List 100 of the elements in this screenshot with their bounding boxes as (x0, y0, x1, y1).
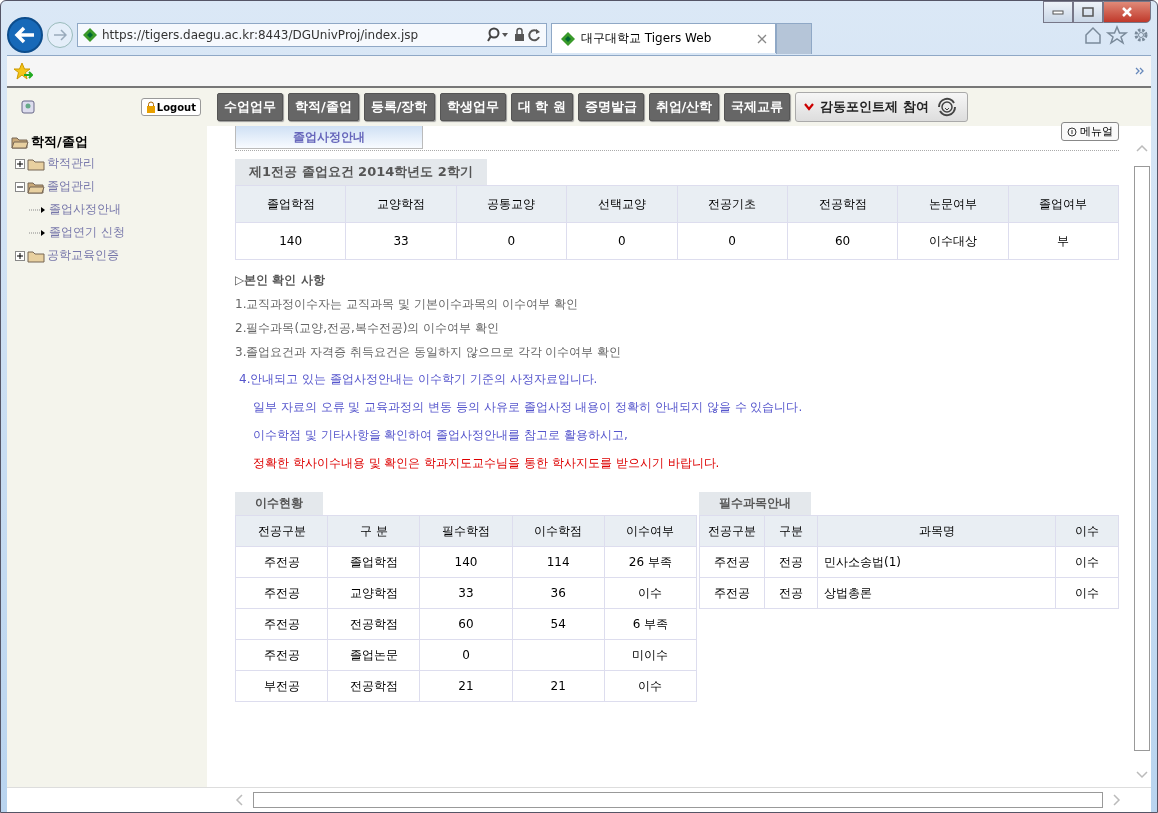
close-button[interactable] (1103, 1, 1151, 23)
browser-tab[interactable]: 대구대학교 Tigers Web (551, 23, 776, 53)
collapse-icon[interactable] (15, 181, 25, 192)
table-cell: 교양학점 (327, 577, 420, 609)
table-cell: 주전공 (699, 577, 765, 609)
notice-line: 일부 자료의 오류 및 교육과정의 변동 등의 사유로 졸업사정 내용이 정확히 안내되지 않을 수 있습니다. (252, 399, 804, 416)
table-caption: 필수과목안내 (699, 492, 811, 515)
table-cell: 이수 (604, 670, 697, 702)
tree-item[interactable]: 졸업연기 신청 (11, 221, 203, 244)
diamond-icon (82, 27, 98, 43)
table-cell: 140 (235, 222, 346, 260)
back-button[interactable] (7, 17, 43, 53)
scroll-thumb[interactable] (1134, 166, 1150, 751)
maximize-button[interactable] (1073, 1, 1103, 23)
page-tab[interactable]: 졸업사정안내 (235, 126, 423, 149)
table-caption: 제1전공 졸업요건 2014학년도 2학기 (235, 159, 487, 185)
table-cell: 전공 (764, 546, 818, 578)
menu-button[interactable]: 대 학 원 (510, 93, 573, 121)
menu-button[interactable]: 증명발급 (577, 93, 644, 121)
menu-button[interactable]: 학적/졸업 (288, 93, 359, 121)
scroll-up-icon[interactable] (1136, 144, 1148, 152)
point-button[interactable]: 감동포인트제 참여 (795, 92, 968, 122)
minimize-button[interactable] (1043, 1, 1073, 23)
table-cell: 21 (512, 670, 605, 702)
column-header: 선택교양 (566, 185, 677, 223)
table-cell: 0 (566, 222, 677, 260)
lock-icon (145, 101, 156, 113)
column-header: 필수학점 (419, 515, 513, 547)
column-header: 논문여부 (897, 185, 1009, 223)
menu-button[interactable]: 취업/산학 (648, 93, 720, 121)
forward-button[interactable] (47, 22, 73, 48)
table-cell: 전공학점 (327, 608, 420, 640)
url-text: https://tigers.daegu.ac.kr:8443/DGUnivProj/index.jsp (102, 28, 419, 42)
new-tab-button[interactable] (776, 22, 812, 54)
notice-line: 3.졸업요건과 자격증 취득요건은 동일하지 않으므로 각각 이수여부 확인 (235, 344, 623, 361)
menu-button[interactable]: 학생업무 (439, 93, 506, 121)
table-cell: 졸업학점 (327, 546, 420, 578)
manual-button[interactable]: 메뉴얼 (1061, 122, 1119, 141)
table-cell: 주전공 (235, 608, 328, 640)
table-cell: 26 부족 (604, 546, 697, 578)
table-cell: 전공학점 (327, 670, 420, 702)
column-header: 전공구분 (699, 515, 765, 547)
table-cell: 0 (456, 222, 567, 260)
tab-title: 대구대학교 Tigers Web (581, 30, 712, 47)
column-header: 이수학점 (512, 515, 605, 547)
column-header: 공통교양 (456, 185, 567, 223)
table-cell: 33 (419, 577, 513, 609)
tree-item[interactable]: 졸업관리 (11, 175, 203, 198)
scroll-thumb[interactable] (253, 792, 1103, 808)
table-cell: 부전공 (235, 670, 328, 702)
expand-icon[interactable] (15, 158, 25, 169)
column-header: 이수여부 (604, 515, 697, 547)
table-cell: 21 (419, 670, 513, 702)
column-header: 졸업학점 (235, 185, 346, 223)
scroll-left-icon[interactable] (235, 794, 243, 806)
table-cell: 60 (787, 222, 898, 260)
chevron-icon[interactable] (1135, 67, 1145, 75)
table-cell: 부 (1008, 222, 1119, 260)
table-cell: 민사소송법(1) (817, 546, 1056, 578)
tree-item[interactable]: 졸업사정안내 (11, 198, 203, 221)
menu-button[interactable]: 수업업무 (217, 93, 283, 121)
minimize-icon (1052, 9, 1064, 15)
back-arrow-icon (14, 26, 36, 44)
table-caption: 이수현황 (235, 492, 323, 515)
logout-button[interactable]: Logout (140, 98, 201, 116)
scroll-down-icon[interactable] (1136, 771, 1148, 779)
maximize-icon (1082, 7, 1094, 17)
table-cell: 60 (419, 608, 513, 640)
table-cell: 54 (512, 608, 605, 640)
menu-button[interactable]: 등록/장학 (363, 93, 435, 121)
table-cell: 주전공 (235, 639, 328, 671)
close-icon (1121, 7, 1133, 17)
forward-arrow-icon (53, 29, 67, 41)
menu-button[interactable]: 국제교류 (724, 93, 791, 121)
diamond-icon (560, 30, 576, 47)
column-header: 전공구분 (235, 515, 328, 547)
tree-item[interactable]: 학적관리 (11, 152, 203, 175)
table-cell: 이수 (1055, 546, 1119, 578)
table-cell: 114 (512, 546, 605, 578)
chevron-down-icon (804, 103, 815, 111)
address-tools-icon (486, 27, 542, 43)
expand-icon[interactable] (15, 250, 25, 261)
notice-line: 4.안내되고 있는 졸업사정안내는 이수학기 기준의 사정자료입니다. (238, 371, 599, 388)
folder-open-icon (27, 179, 45, 194)
favorites-star-icon[interactable] (13, 62, 33, 80)
notice-line: 1.교직과정이수자는 교직과목 및 기본이수과목의 이수여부 확인 (235, 296, 579, 313)
table-cell: 졸업논문 (327, 639, 420, 671)
column-header: 교양학점 (345, 185, 457, 223)
notice-line: 이수학점 및 기타사항을 확인하여 졸업사정안내를 참고로 활용하시고, (252, 427, 629, 444)
table-cell: 36 (512, 577, 605, 609)
column-header: 구분 (764, 515, 818, 547)
arrow-icon (29, 227, 47, 238)
table-cell: 주전공 (235, 577, 328, 609)
notice-line: 정확한 학사이수내용 및 확인은 학과지도교수님을 통한 학사지도를 받으시기 바랍니다. (252, 455, 721, 472)
arrow-icon (29, 204, 47, 215)
tree-item[interactable]: 공학교육인증 (11, 244, 203, 267)
close-icon[interactable] (757, 33, 767, 44)
table-cell: 주전공 (699, 546, 765, 578)
address-bar[interactable]: https://tigers.daegu.ac.kr:8443/DGUnivProj/index.jsp (77, 23, 547, 47)
scroll-right-icon[interactable] (1113, 794, 1121, 806)
